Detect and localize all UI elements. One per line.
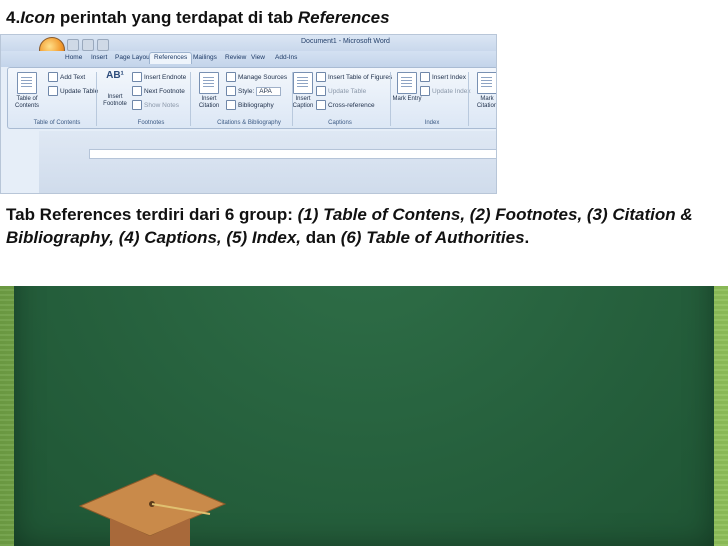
style-dropdown[interactable]: Style: APA: [226, 86, 281, 96]
footnote-ab-icon: AB¹: [106, 70, 124, 81]
insert-table-of-figures-button[interactable]: Insert Table of Figures: [316, 72, 392, 82]
ruler: [89, 149, 496, 159]
bibliography-button[interactable]: Bibliography: [226, 100, 274, 110]
show-notes-icon: [132, 100, 142, 110]
manage-sources-icon: [226, 72, 236, 82]
group-label-citations: Citations & Bibliography: [217, 120, 281, 126]
tab-references[interactable]: References: [149, 52, 193, 64]
mark-citation-button[interactable]: Mark Citation: [470, 72, 496, 110]
insert-footnote-button[interactable]: AB¹ Insert Footnote: [98, 70, 132, 108]
redo-icon[interactable]: [97, 39, 109, 51]
cross-reference-icon: [316, 100, 326, 110]
group-label-footnotes: Footnotes: [137, 120, 165, 126]
group-label-index: Index: [424, 120, 440, 126]
body-paragraph: Tab References terdiri dari 6 group: (1)…: [6, 205, 693, 247]
insert-caption-icon: [293, 72, 313, 94]
insert-caption-button[interactable]: Insert Caption: [286, 72, 320, 110]
insert-citation-icon: [199, 72, 219, 94]
table-of-figures-icon: [316, 72, 326, 82]
update-table-icon: [48, 86, 58, 96]
tab-home[interactable]: Home: [65, 54, 82, 61]
document-area: [39, 131, 496, 193]
show-notes-button[interactable]: Show Notes: [132, 100, 179, 110]
window-title: Document1 - Microsoft Word: [301, 38, 390, 45]
tab-insert[interactable]: Insert: [91, 54, 107, 61]
mark-entry-icon: [397, 72, 417, 94]
next-footnote-button[interactable]: Next Footnote: [132, 86, 185, 96]
tab-page-layout[interactable]: Page Layout: [115, 54, 152, 61]
insert-endnote-icon: [132, 72, 142, 82]
white-content-band: 4.Icon perintah yang terdapat di tab Ref…: [0, 0, 728, 286]
cross-reference-button[interactable]: Cross-reference: [316, 100, 375, 110]
tab-view[interactable]: View: [251, 54, 265, 61]
group-separator: [468, 72, 469, 126]
graduation-cap-icon: [78, 473, 227, 546]
ribbon-body: Table of Contents Add Text Update Table …: [7, 67, 496, 129]
group-label-toc: Table of Contents: [33, 120, 81, 126]
update-table-button[interactable]: Update Table: [48, 86, 98, 96]
add-text-button[interactable]: Add Text: [48, 72, 85, 82]
insert-endnote-button[interactable]: Insert Endnote: [132, 72, 186, 82]
next-footnote-icon: [132, 86, 142, 96]
tab-add-ins[interactable]: Add-Ins: [275, 54, 297, 61]
update-table-figures-icon: [316, 86, 326, 96]
undo-icon[interactable]: [82, 39, 94, 51]
save-icon[interactable]: [67, 39, 79, 51]
update-table-figures-button[interactable]: Update Table: [316, 86, 366, 96]
slide-title: 4.Icon perintah yang terdapat di tab Ref…: [6, 8, 390, 27]
tab-mailings[interactable]: Mailings: [193, 54, 217, 61]
group-label-captions: Captions: [328, 120, 352, 126]
manage-sources-button[interactable]: Manage Sources: [226, 72, 287, 82]
style-icon: [226, 86, 236, 96]
word-ribbon-screenshot: Document1 - Microsoft Word Home Insert P…: [0, 34, 497, 194]
quick-access-toolbar: [67, 39, 109, 51]
insert-index-icon: [420, 72, 430, 82]
mark-entry-button[interactable]: Mark Entry: [390, 72, 424, 103]
update-index-icon: [420, 86, 430, 96]
bibliography-icon: [226, 100, 236, 110]
group-separator: [96, 72, 97, 126]
mark-citation-icon: [477, 72, 496, 94]
insert-index-button[interactable]: Insert Index: [420, 72, 466, 82]
table-of-contents-button[interactable]: Table of Contents: [10, 72, 44, 110]
insert-citation-button[interactable]: Insert Citation: [192, 72, 226, 110]
group-separator: [190, 72, 191, 126]
tab-review[interactable]: Review: [225, 54, 246, 61]
table-of-contents-icon: [17, 72, 37, 94]
add-text-icon: [48, 72, 58, 82]
update-index-button[interactable]: Update Index: [420, 86, 471, 96]
ribbon-tab-row: Home Insert Page Layout References Maili…: [1, 51, 496, 67]
